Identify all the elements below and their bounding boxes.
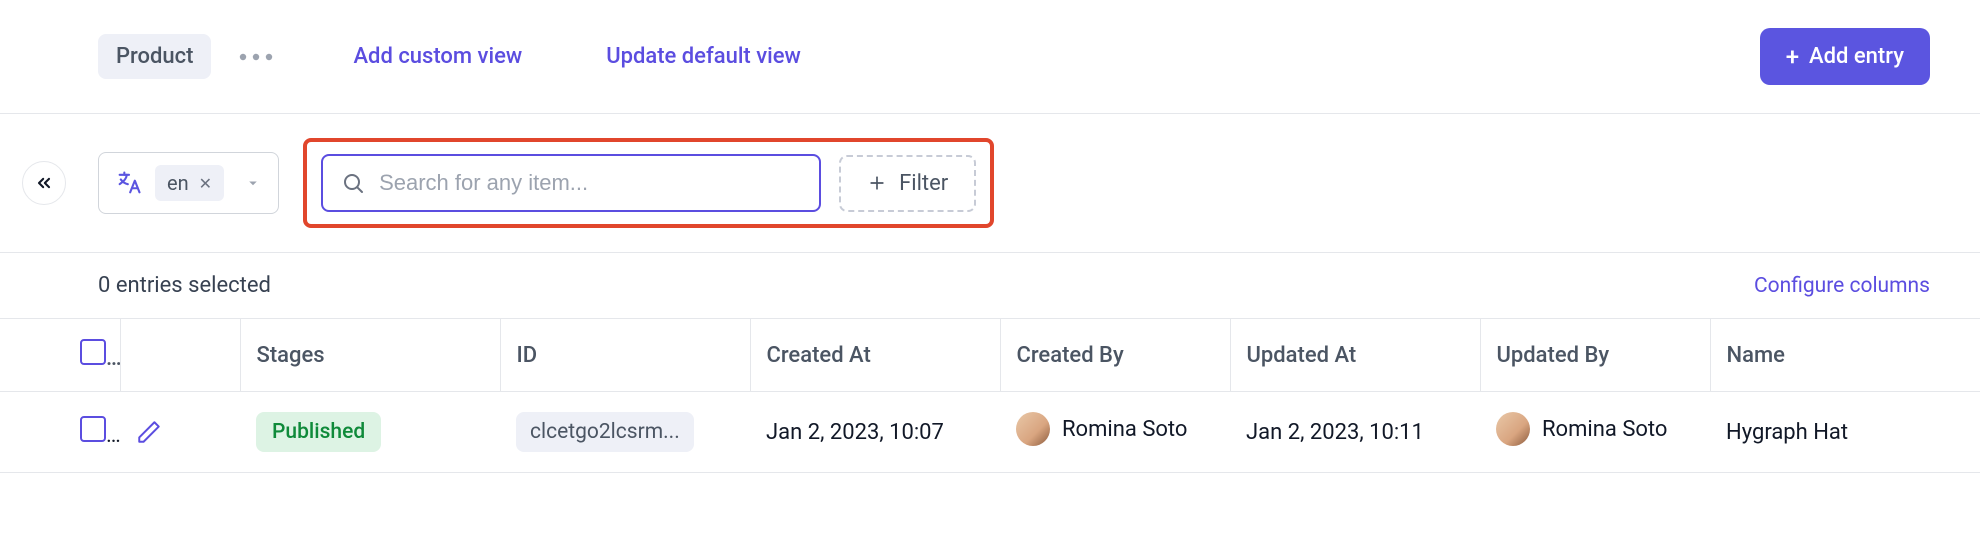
avatar <box>1016 412 1050 446</box>
add-entry-label: Add entry <box>1809 44 1904 69</box>
model-chip[interactable]: Product <box>98 34 211 79</box>
plus-icon: + <box>1786 45 1799 69</box>
add-entry-button[interactable]: + Add entry <box>1760 28 1930 85</box>
created-by-cell: Romina Soto <box>1016 412 1187 446</box>
entry-id[interactable]: clcetgo2lcsrm... <box>516 412 694 452</box>
collapse-sidebar-button[interactable] <box>22 161 66 205</box>
header-id[interactable]: ID <box>500 319 750 392</box>
update-default-view-button[interactable]: Update default view <box>590 36 817 77</box>
add-filter-button[interactable]: Filter <box>839 155 976 212</box>
updated-by-name: Romina Soto <box>1542 417 1667 442</box>
created-at-cell: Jan 2, 2023, 10:07 <box>750 392 1000 473</box>
search-filter-highlight: Filter <box>303 138 994 228</box>
add-custom-view-button[interactable]: Add custom view <box>337 36 538 77</box>
locale-selector[interactable]: en ✕ <box>98 152 279 214</box>
created-by-name: Romina Soto <box>1062 417 1187 442</box>
header-updated-at[interactable]: Updated At <box>1230 319 1480 392</box>
chevron-down-icon <box>244 174 262 192</box>
table-row[interactable]: Published clcetgo2lcsrm... Jan 2, 2023, … <box>0 392 1980 473</box>
table-header-row: Stages ID Created At Created By Updated … <box>0 319 1980 392</box>
chevrons-left-icon <box>34 173 54 193</box>
remove-locale-button[interactable]: ✕ <box>199 174 212 193</box>
search-input[interactable] <box>379 170 801 196</box>
filter-label: Filter <box>899 171 948 196</box>
search-icon <box>341 171 365 195</box>
plus-icon <box>867 173 887 193</box>
language-icon <box>115 169 143 197</box>
updated-at-cell: Jan 2, 2023, 10:11 <box>1230 392 1480 473</box>
search-box[interactable] <box>321 154 821 212</box>
header-updated-by[interactable]: Updated By <box>1480 319 1710 392</box>
pencil-icon <box>136 419 162 445</box>
select-all-checkbox[interactable] <box>80 339 106 365</box>
topbar: Product Add custom view Update default v… <box>0 0 1980 113</box>
stage-badge: Published <box>256 412 381 452</box>
configure-columns-button[interactable]: Configure columns <box>1754 274 1930 298</box>
more-menu-button[interactable] <box>227 45 285 69</box>
header-name[interactable]: Name <box>1710 319 1980 392</box>
row-checkbox[interactable] <box>80 416 106 442</box>
edit-row-button[interactable] <box>136 419 224 445</box>
entries-table: Stages ID Created At Created By Updated … <box>0 319 1980 473</box>
name-cell: Hygraph Hat <box>1710 392 1980 473</box>
header-stages[interactable]: Stages <box>240 319 500 392</box>
header-created-at[interactable]: Created At <box>750 319 1000 392</box>
selection-count-label: 0 entries selected <box>98 273 271 298</box>
header-checkbox-cell <box>0 319 120 392</box>
filter-bar: en ✕ Filter <box>0 114 1980 252</box>
locale-code-label: en <box>167 171 189 195</box>
updated-by-cell: Romina Soto <box>1496 412 1667 446</box>
locale-chip: en ✕ <box>155 165 224 201</box>
more-horizontal-icon <box>239 53 273 61</box>
selection-row: 0 entries selected Configure columns <box>0 253 1980 319</box>
header-edit-cell <box>120 319 240 392</box>
avatar <box>1496 412 1530 446</box>
header-created-by[interactable]: Created By <box>1000 319 1230 392</box>
